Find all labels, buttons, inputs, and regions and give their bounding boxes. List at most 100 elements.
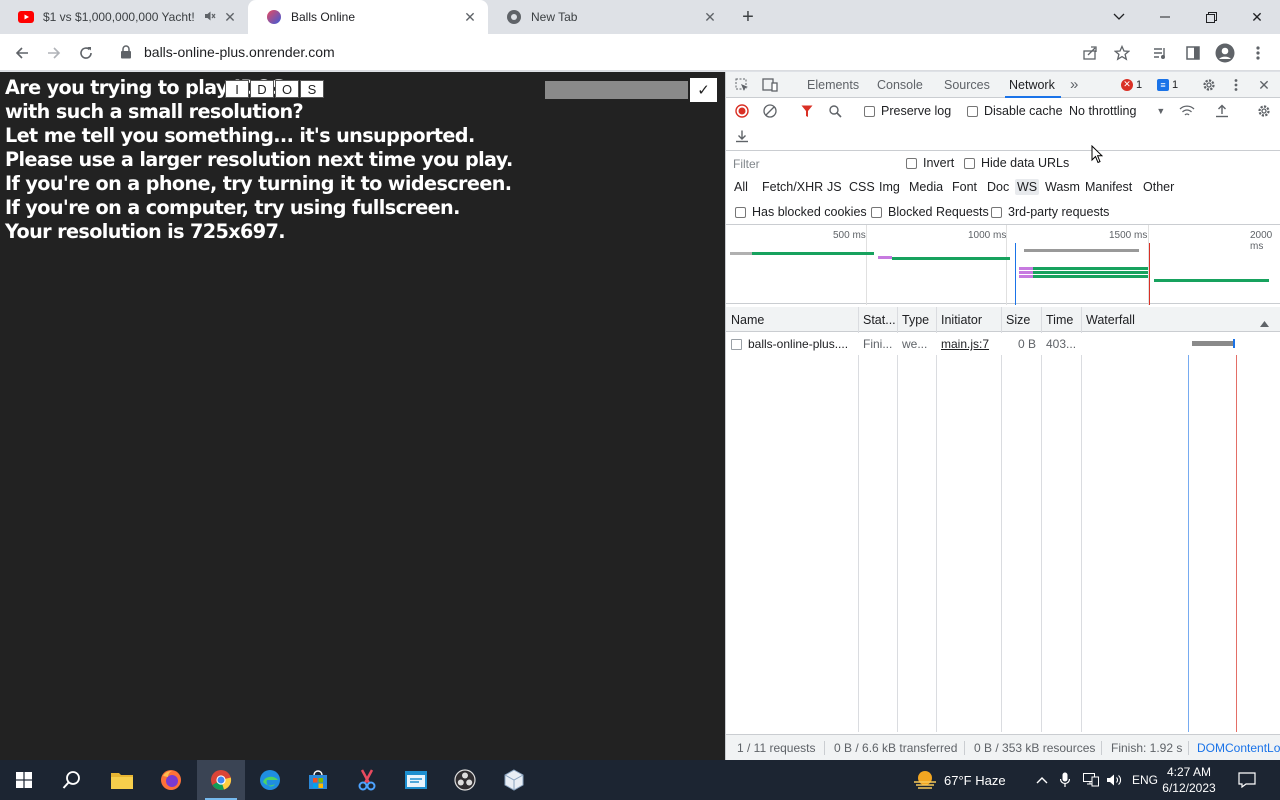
tab-search-icon[interactable] — [1096, 0, 1142, 34]
checkbox[interactable] — [991, 206, 1002, 218]
checkbox[interactable] — [871, 206, 882, 218]
table-row[interactable]: balls-online-plus.... Fini... we... main… — [726, 333, 1280, 355]
show-hidden-icons-icon[interactable] — [1036, 760, 1048, 800]
record-stop-icon[interactable] — [732, 101, 752, 121]
column-waterfall[interactable]: Waterfall — [1081, 307, 1261, 332]
filter-all[interactable]: All — [734, 180, 748, 194]
devtools-menu-icon[interactable] — [1226, 75, 1246, 95]
disable-cache-checkbox[interactable]: Disable cache — [967, 104, 1063, 118]
language-indicator[interactable]: ENG — [1132, 760, 1158, 800]
address-bar[interactable]: balls-online-plus.onrender.com — [110, 38, 1120, 66]
column-status[interactable]: Stat... — [858, 307, 897, 332]
column-initiator[interactable]: Initiator — [936, 307, 1001, 332]
weather-widget[interactable]: 67°F Haze — [912, 760, 1006, 800]
hide-data-urls-checkbox[interactable]: Hide data URLs — [964, 156, 1069, 170]
chrome-menu-icon[interactable] — [1244, 39, 1272, 67]
error-count-badge[interactable]: ✕ 1 — [1121, 76, 1142, 93]
file-explorer-icon[interactable] — [98, 760, 146, 800]
tab-new-tab[interactable]: New Tab ✕ — [488, 0, 728, 34]
tab-sources[interactable]: Sources — [944, 72, 990, 97]
close-tab-icon[interactable]: ✕ — [702, 9, 718, 25]
snipping-tool-icon[interactable] — [343, 760, 391, 800]
filter-wasm[interactable]: Wasm — [1045, 180, 1080, 194]
key-i-button[interactable]: I — [225, 80, 249, 98]
sort-ascending-icon[interactable] — [1260, 316, 1269, 330]
back-icon[interactable] — [8, 39, 36, 67]
start-button[interactable] — [0, 760, 48, 800]
forward-icon[interactable] — [40, 39, 68, 67]
column-time[interactable]: Time — [1041, 307, 1081, 332]
system-clock[interactable]: 4:27 AM 6/12/2023 — [1160, 764, 1218, 796]
column-name[interactable]: Name — [726, 307, 858, 332]
close-tab-icon[interactable]: ✕ — [462, 9, 478, 25]
name-input[interactable] — [545, 81, 688, 99]
edge-icon[interactable] — [246, 760, 294, 800]
close-window-icon[interactable]: ✕ — [1234, 0, 1280, 34]
filter-fetch-xhr[interactable]: Fetch/XHR — [762, 180, 823, 194]
profile-avatar-icon[interactable] — [1211, 39, 1239, 67]
tab-balls-online[interactable]: Balls Online ✕ — [248, 0, 488, 34]
clear-icon[interactable] — [760, 101, 780, 121]
filter-ws[interactable]: WS — [1015, 179, 1040, 195]
notifications-icon[interactable] — [1238, 760, 1256, 800]
initiator-link[interactable]: main.js:7 — [936, 333, 1001, 355]
key-d-button[interactable]: D — [250, 80, 274, 98]
filter-js[interactable]: JS — [827, 180, 842, 194]
bookmark-star-icon[interactable] — [1108, 39, 1136, 67]
firefox-icon[interactable] — [147, 760, 195, 800]
share-icon[interactable] — [1076, 39, 1104, 67]
blocked-requests-checkbox[interactable]: Blocked Requests — [871, 205, 989, 219]
checkbox[interactable] — [964, 157, 975, 169]
network-settings-gear-icon[interactable] — [1254, 101, 1274, 121]
checkbox[interactable] — [864, 105, 875, 117]
filter-manifest[interactable]: Manifest — [1085, 180, 1132, 194]
checkbox[interactable] — [967, 105, 978, 117]
lock-icon[interactable] — [120, 45, 132, 59]
filter-img[interactable]: Img — [879, 180, 900, 194]
key-o-button[interactable]: O — [275, 80, 299, 98]
media-control-icon[interactable] — [1146, 39, 1174, 67]
key-s-button[interactable]: S — [300, 80, 324, 98]
preserve-log-checkbox[interactable]: Preserve log — [864, 104, 951, 118]
new-tab-icon[interactable]: + — [737, 6, 759, 28]
search-icon[interactable] — [48, 760, 96, 800]
reload-icon[interactable] — [72, 39, 100, 67]
export-har-icon[interactable] — [732, 126, 752, 146]
filter-funnel-icon[interactable] — [797, 101, 817, 121]
network-overview-timeline[interactable]: 500 ms 1000 ms 1500 ms 2000 ms — [726, 224, 1280, 305]
has-blocked-cookies-checkbox[interactable]: Has blocked cookies — [735, 205, 867, 219]
more-tabs-icon[interactable]: » — [1070, 72, 1078, 97]
throttling-select[interactable]: No throttling ▼ — [1069, 104, 1165, 118]
chrome-taskbar-icon[interactable] — [197, 760, 245, 800]
invert-checkbox[interactable]: Invert — [906, 156, 954, 170]
column-size[interactable]: Size — [1001, 307, 1041, 332]
checkbox[interactable] — [735, 206, 746, 218]
filter-font[interactable]: Font — [952, 180, 977, 194]
network-conditions-icon[interactable] — [1177, 101, 1197, 121]
obs-studio-icon[interactable] — [441, 760, 489, 800]
close-tab-icon[interactable]: ✕ — [222, 9, 238, 25]
checkbox[interactable] — [906, 157, 917, 169]
filter-other[interactable]: Other — [1143, 180, 1174, 194]
device-toolbar-icon[interactable] — [760, 75, 780, 95]
filter-media[interactable]: Media — [909, 180, 943, 194]
tab-network[interactable]: Network — [1005, 72, 1061, 98]
app-window-icon[interactable] — [392, 760, 440, 800]
restore-icon[interactable] — [1188, 0, 1234, 34]
microphone-icon[interactable] — [1060, 760, 1070, 800]
speaker-muted-icon[interactable] — [204, 10, 216, 25]
tab-youtube[interactable]: $1 vs $1,000,000,000 Yacht! ✕ — [0, 0, 248, 34]
network-icon[interactable] — [1083, 760, 1099, 800]
microsoft-store-icon[interactable] — [294, 760, 342, 800]
third-party-requests-checkbox[interactable]: 3rd-party requests — [991, 205, 1109, 219]
close-devtools-icon[interactable]: ✕ — [1254, 75, 1274, 95]
import-har-icon[interactable] — [1212, 101, 1232, 121]
confirm-button[interactable]: ✓ — [690, 78, 717, 102]
side-panel-icon[interactable] — [1179, 39, 1207, 67]
filter-doc[interactable]: Doc — [987, 180, 1009, 194]
search-icon[interactable] — [825, 101, 845, 121]
message-count-badge[interactable]: ≡ 1 — [1157, 76, 1178, 93]
minimize-icon[interactable] — [1142, 0, 1188, 34]
tab-console[interactable]: Console — [877, 72, 923, 97]
settings-gear-icon[interactable] — [1199, 75, 1219, 95]
